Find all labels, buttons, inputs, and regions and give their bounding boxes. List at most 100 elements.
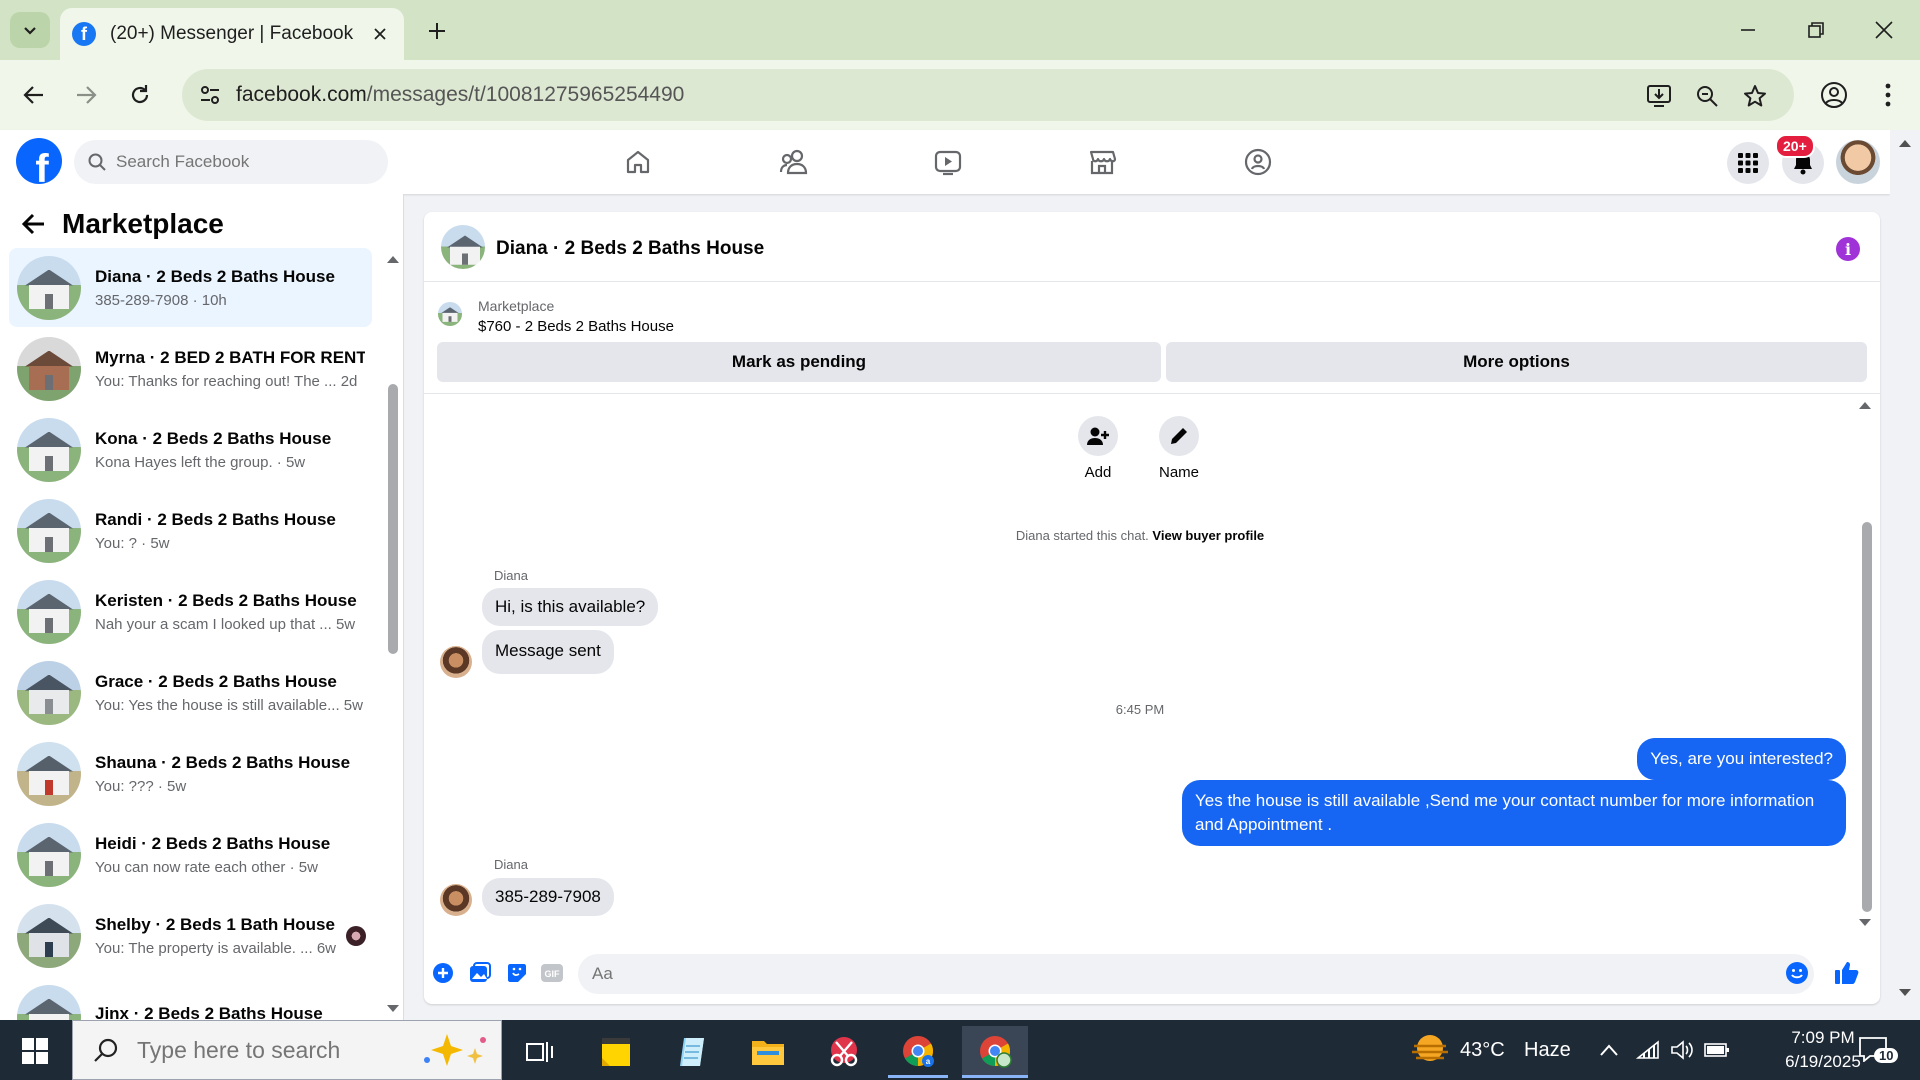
install-app-button[interactable] [1644, 81, 1674, 111]
tab-close-button[interactable] [368, 22, 392, 46]
wifi-icon[interactable] [1636, 1040, 1660, 1060]
back-arrow-icon[interactable] [22, 213, 46, 235]
incoming-message[interactable]: 385-289-7908 [482, 878, 614, 916]
scroll-down-icon[interactable] [1858, 918, 1872, 928]
conversation-preview: 385-289-7908 · 10h [95, 291, 227, 309]
conversation-item[interactable]: Heidi · 2 Beds 2 Baths House You can now … [9, 815, 372, 894]
nav-home[interactable] [608, 140, 668, 184]
conversation-name: Shauna · 2 Beds 2 Baths House [95, 752, 351, 772]
conversation-item[interactable]: Myrna · 2 BED 2 BATH FOR RENT You: Thanks… [9, 329, 372, 408]
info-icon[interactable]: i [1836, 237, 1860, 261]
like-button[interactable] [1834, 960, 1860, 986]
conversation-item[interactable]: Diana · 2 Beds 2 Baths House 385-289-7908… [9, 248, 372, 327]
taskbar-search-input[interactable] [137, 1036, 417, 1064]
attach-photo-button[interactable] [467, 960, 493, 986]
nav-marketplace[interactable] [1072, 140, 1132, 184]
add-people-action[interactable]: Add [1063, 416, 1133, 481]
file-explorer-app[interactable] [738, 1026, 798, 1078]
volume-icon[interactable] [1670, 1040, 1694, 1060]
account-avatar[interactable] [1836, 140, 1880, 184]
notification-center-button[interactable]: 10 [1858, 1036, 1899, 1066]
bookmark-button[interactable] [1740, 81, 1770, 111]
view-buyer-profile-link[interactable]: View buyer profile [1152, 528, 1264, 543]
nav-friends[interactable] [764, 140, 824, 184]
profile-button[interactable] [1814, 75, 1854, 115]
preview-time: 2d [340, 372, 358, 390]
incoming-message[interactable]: Hi, is this available? [482, 588, 659, 626]
conversation-item[interactable]: Kona · 2 Beds 2 Baths House Kona Hayes le… [9, 410, 372, 489]
browser-tab-messenger[interactable]: f (20+) Messenger | Facebook [60, 8, 404, 60]
sticker-button[interactable] [504, 960, 530, 986]
incoming-message[interactable]: Message sent [482, 630, 614, 674]
new-tab-button[interactable] [420, 14, 454, 48]
facebook-logo[interactable]: f [16, 138, 62, 184]
site-settings-icon[interactable] [196, 81, 224, 109]
outgoing-message[interactable]: Yes, are you interested? [1637, 738, 1846, 780]
nav-groups[interactable] [1228, 140, 1288, 184]
address-bar[interactable]: facebook.com/messages/t/1008127596525449… [182, 69, 1794, 121]
more-actions-button[interactable] [430, 960, 456, 986]
battery-icon[interactable] [1704, 1041, 1730, 1059]
chevron-up-icon[interactable] [1600, 1044, 1618, 1056]
conversation-item[interactable]: Keristen · 2 Beds 2 Baths House Nah your … [9, 572, 372, 651]
scroll-up-icon[interactable] [1858, 400, 1872, 410]
sender-avatar[interactable] [440, 884, 472, 916]
start-button[interactable] [12, 1034, 58, 1068]
listing-thumbnail [17, 741, 81, 806]
add-person-icon [1078, 416, 1118, 456]
sender-avatar[interactable] [440, 646, 472, 678]
facebook-search[interactable] [74, 140, 388, 184]
zoom-button[interactable] [1692, 81, 1722, 111]
browser-menu-button[interactable] [1868, 75, 1908, 115]
sidebar-scroll-thumb[interactable] [388, 384, 398, 654]
chat-title[interactable]: Diana · 2 Beds 2 Baths House [496, 238, 764, 260]
sticky-notes-app[interactable] [586, 1026, 646, 1078]
restore-button[interactable] [1796, 10, 1836, 50]
conversation-item[interactable]: Jinx · 2 Beds 2 Baths House [9, 977, 372, 1020]
message-input[interactable] [578, 954, 1814, 994]
conversation-item[interactable]: Randi · 2 Beds 2 Baths House You: ? · 5w [9, 491, 372, 570]
thumbs-up-icon [1835, 962, 1859, 984]
marketplace-label: Marketplace [478, 298, 555, 314]
chrome-icon: a [903, 1035, 934, 1067]
account-icon [1821, 82, 1847, 108]
svg-text:GIF: GIF [545, 969, 561, 979]
forward-button[interactable] [66, 75, 106, 115]
minimize-button[interactable] [1728, 10, 1768, 50]
sender-name: Diana [494, 568, 528, 583]
chat-listing-avatar[interactable] [441, 225, 485, 269]
outgoing-message[interactable]: Yes the house is still available ,Send m… [1182, 780, 1846, 846]
taskbar-search[interactable] [72, 1020, 502, 1080]
conversation-item[interactable]: Shelby · 2 Beds 1 Bath House You: The pro… [9, 896, 372, 975]
back-button[interactable] [14, 75, 54, 115]
gif-button[interactable]: GIF [539, 960, 565, 986]
menu-button[interactable] [1727, 142, 1769, 184]
scroll-up-icon [387, 256, 399, 263]
chevron-down-icon [24, 27, 36, 35]
conversation-item[interactable]: Shauna · 2 Beds 2 Baths House You: ??? · … [9, 734, 372, 813]
more-options-button[interactable]: More options [1166, 342, 1867, 382]
name-label: Name [1158, 464, 1199, 481]
sticker-icon [508, 964, 526, 982]
tab-search-dropdown[interactable] [10, 12, 50, 48]
reload-button[interactable] [120, 75, 160, 115]
conversation-item[interactable]: Grace · 2 Beds 2 Baths House You: Yes the… [9, 653, 372, 732]
facebook-search-input[interactable] [116, 152, 366, 172]
nav-video[interactable] [918, 140, 978, 184]
chrome-app[interactable]: a [888, 1026, 948, 1078]
friends-icon [779, 149, 808, 175]
conversation-name: Keristen · 2 Beds 2 Baths House [95, 590, 357, 610]
chat-scroll-thumb[interactable] [1862, 522, 1872, 912]
listing-summary[interactable]: Marketplace $760 - 2 Beds 2 Baths House [438, 294, 1858, 336]
close-window-button[interactable] [1864, 10, 1904, 50]
star-icon [1744, 85, 1766, 107]
mark-as-pending-button[interactable]: Mark as pending [437, 342, 1161, 382]
page-scrollbar[interactable] [1890, 130, 1920, 1020]
task-view-button[interactable] [510, 1026, 570, 1078]
notepad-app[interactable] [662, 1026, 722, 1078]
emoji-button[interactable] [1784, 960, 1810, 986]
chrome-app-active[interactable] [962, 1026, 1028, 1078]
url-path: /messages/t/10081275965254490 [366, 83, 685, 106]
snipping-tool-app[interactable] [814, 1026, 874, 1078]
name-chat-action[interactable]: Name [1144, 416, 1214, 481]
